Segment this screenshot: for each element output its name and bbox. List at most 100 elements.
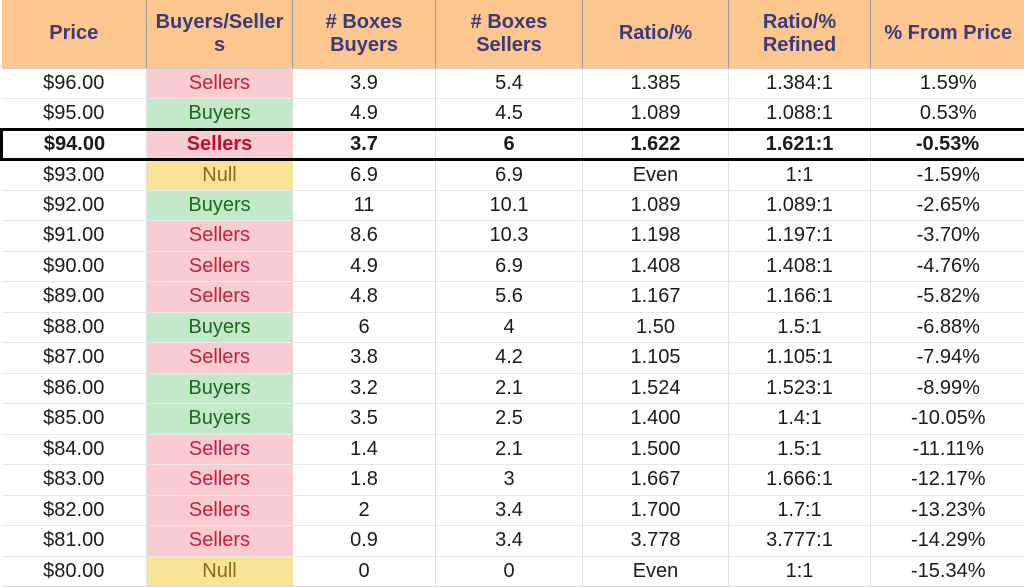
cell-boxes-sellers[interactable]: 10.1: [435, 190, 583, 221]
cell-pct-from-price[interactable]: -2.65%: [870, 190, 1024, 221]
cell-price[interactable]: $83.00: [1, 464, 147, 496]
table-row[interactable]: $86.00 Buyers 3.2 2.1 1.524 1.523:1 -8.99%: [1, 373, 1024, 404]
cell-ratio-refined[interactable]: 1.621:1: [728, 127, 871, 161]
cell-boxes-buyers[interactable]: 3.7: [292, 127, 436, 161]
cell-boxes-buyers[interactable]: 6.9: [292, 159, 436, 191]
cell-buyers-sellers-sellers[interactable]: Sellers: [146, 434, 293, 465]
table-row[interactable]: $87.00 Sellers 3.8 4.2 1.105 1.105:1 -7.94%: [1, 342, 1024, 374]
cell-ratio[interactable]: 3.778: [582, 525, 729, 557]
cell-buyers-sellers-null[interactable]: Null: [146, 556, 293, 587]
cell-boxes-buyers[interactable]: 3.9: [292, 68, 436, 99]
cell-ratio[interactable]: 1.089: [582, 190, 729, 221]
cell-ratio-refined[interactable]: 1.197:1: [728, 220, 871, 252]
cell-ratio-refined[interactable]: 3.777:1: [728, 525, 871, 557]
cell-buyers-sellers-sellers[interactable]: Sellers: [146, 464, 293, 496]
cell-pct-from-price[interactable]: -14.29%: [870, 525, 1024, 557]
cell-pct-from-price[interactable]: 1.59%: [870, 68, 1024, 99]
cell-price[interactable]: $90.00: [1, 251, 147, 282]
cell-price[interactable]: $91.00: [1, 220, 147, 252]
cell-boxes-buyers[interactable]: 11: [292, 190, 436, 221]
cell-buyers-sellers-sellers[interactable]: Sellers: [146, 220, 293, 252]
table-row[interactable]: $89.00 Sellers 4.8 5.6 1.167 1.166:1 -5.82%: [1, 281, 1024, 313]
cell-buyers-sellers-sellers[interactable]: Sellers: [146, 525, 293, 557]
table-row[interactable]: $93.00 Null 6.9 6.9 Even 1:1 -1.59%: [1, 159, 1024, 191]
column-header-price[interactable]: Price: [1, 0, 147, 69]
table-row[interactable]: $94.00 Sellers 3.7 6 1.622 1.621:1 -0.53%: [0, 127, 1024, 161]
cell-ratio[interactable]: 1.385: [582, 68, 729, 99]
table-row[interactable]: $81.00 Sellers 0.9 3.4 3.778 3.777:1 -14.29%: [1, 525, 1024, 557]
cell-ratio-refined[interactable]: 1.5:1: [728, 434, 871, 465]
cell-ratio-refined[interactable]: 1.523:1: [728, 373, 871, 404]
cell-boxes-sellers[interactable]: 6.9: [435, 159, 583, 191]
cell-boxes-sellers[interactable]: 2.1: [435, 373, 583, 404]
cell-buyers-sellers-sellers[interactable]: Sellers: [146, 68, 293, 99]
cell-price[interactable]: $86.00: [1, 373, 147, 404]
cell-ratio[interactable]: 1.105: [582, 342, 729, 374]
table-row[interactable]: $96.00 Sellers 3.9 5.4 1.385 1.384:1 1.59%: [1, 68, 1024, 99]
cell-boxes-sellers[interactable]: 5.4: [435, 68, 583, 99]
cell-price[interactable]: $87.00: [1, 342, 147, 374]
cell-price[interactable]: $89.00: [1, 281, 147, 313]
cell-ratio[interactable]: 1.667: [582, 464, 729, 496]
cell-pct-from-price[interactable]: -0.53%: [870, 127, 1024, 161]
cell-pct-from-price[interactable]: -1.59%: [870, 159, 1024, 191]
cell-boxes-buyers[interactable]: 4.8: [292, 281, 436, 313]
cell-boxes-sellers[interactable]: 3.4: [435, 525, 583, 557]
cell-price[interactable]: $82.00: [1, 495, 147, 526]
cell-ratio[interactable]: 1.50: [582, 312, 729, 343]
cell-buyers-sellers-buyers[interactable]: Buyers: [146, 190, 293, 221]
cell-ratio[interactable]: Even: [582, 159, 729, 191]
cell-boxes-sellers[interactable]: 3.4: [435, 495, 583, 526]
cell-ratio[interactable]: 1.198: [582, 220, 729, 252]
cell-price[interactable]: $88.00: [1, 312, 147, 343]
table-row[interactable]: $88.00 Buyers 6 4 1.50 1.5:1 -6.88%: [1, 312, 1024, 343]
cell-boxes-buyers[interactable]: 4.9: [292, 98, 436, 130]
cell-boxes-sellers[interactable]: 0: [435, 556, 583, 587]
cell-boxes-sellers[interactable]: 6: [435, 127, 583, 161]
table-row[interactable]: $84.00 Sellers 1.4 2.1 1.500 1.5:1 -11.11%: [1, 434, 1024, 465]
cell-boxes-buyers[interactable]: 3.2: [292, 373, 436, 404]
cell-pct-from-price[interactable]: -8.99%: [870, 373, 1024, 404]
cell-boxes-sellers[interactable]: 2.1: [435, 434, 583, 465]
cell-boxes-sellers[interactable]: 2.5: [435, 403, 583, 435]
cell-ratio-refined[interactable]: 1.7:1: [728, 495, 871, 526]
table-row[interactable]: $95.00 Buyers 4.9 4.5 1.089 1.088:1 0.53%: [1, 98, 1024, 130]
cell-boxes-buyers[interactable]: 2: [292, 495, 436, 526]
cell-ratio[interactable]: 1.622: [582, 127, 729, 161]
cell-price[interactable]: $92.00: [1, 190, 147, 221]
cell-boxes-sellers[interactable]: 4: [435, 312, 583, 343]
table-row[interactable]: $82.00 Sellers 2 3.4 1.700 1.7:1 -13.23%: [1, 495, 1024, 526]
cell-buyers-sellers-sellers[interactable]: Sellers: [146, 495, 293, 526]
cell-ratio-refined[interactable]: 1.088:1: [728, 98, 871, 130]
cell-ratio-refined[interactable]: 1.384:1: [728, 68, 871, 99]
cell-price[interactable]: $93.00: [1, 159, 147, 191]
table-row[interactable]: $85.00 Buyers 3.5 2.5 1.400 1.4:1 -10.05%: [1, 403, 1024, 435]
cell-price[interactable]: $81.00: [1, 525, 147, 557]
cell-ratio-refined[interactable]: 1.408:1: [728, 251, 871, 282]
cell-ratio[interactable]: 1.700: [582, 495, 729, 526]
column-header-boxes-buyers[interactable]: # Boxes Buyers: [292, 0, 436, 69]
cell-price[interactable]: $95.00: [1, 98, 147, 130]
cell-buyers-sellers-buyers[interactable]: Buyers: [146, 98, 293, 130]
table-row[interactable]: $80.00 Null 0 0 Even 1:1 -15.34%: [1, 556, 1024, 587]
column-header-buyers-sellers[interactable]: Buyers/Sellers: [146, 0, 293, 69]
cell-boxes-buyers[interactable]: 3.8: [292, 342, 436, 374]
cell-ratio[interactable]: 1.408: [582, 251, 729, 282]
cell-boxes-buyers[interactable]: 8.6: [292, 220, 436, 252]
cell-ratio[interactable]: 1.400: [582, 403, 729, 435]
cell-pct-from-price[interactable]: -12.17%: [870, 464, 1024, 496]
cell-ratio-refined[interactable]: 1.166:1: [728, 281, 871, 313]
table-row[interactable]: $83.00 Sellers 1.8 3 1.667 1.666:1 -12.17%: [1, 464, 1024, 496]
cell-ratio-refined[interactable]: 1.666:1: [728, 464, 871, 496]
cell-boxes-buyers[interactable]: 6: [292, 312, 436, 343]
cell-ratio[interactable]: 1.500: [582, 434, 729, 465]
cell-price[interactable]: $96.00: [1, 68, 147, 99]
cell-ratio-refined[interactable]: 1:1: [728, 556, 871, 587]
cell-boxes-sellers[interactable]: 10.3: [435, 220, 583, 252]
cell-pct-from-price[interactable]: -7.94%: [870, 342, 1024, 374]
cell-buyers-sellers-buyers[interactable]: Buyers: [146, 312, 293, 343]
cell-boxes-buyers[interactable]: 1.8: [292, 464, 436, 496]
cell-buyers-sellers-buyers[interactable]: Buyers: [146, 403, 293, 435]
cell-price[interactable]: $80.00: [1, 556, 147, 587]
column-header-boxes-sellers[interactable]: # Boxes Sellers: [435, 0, 583, 69]
